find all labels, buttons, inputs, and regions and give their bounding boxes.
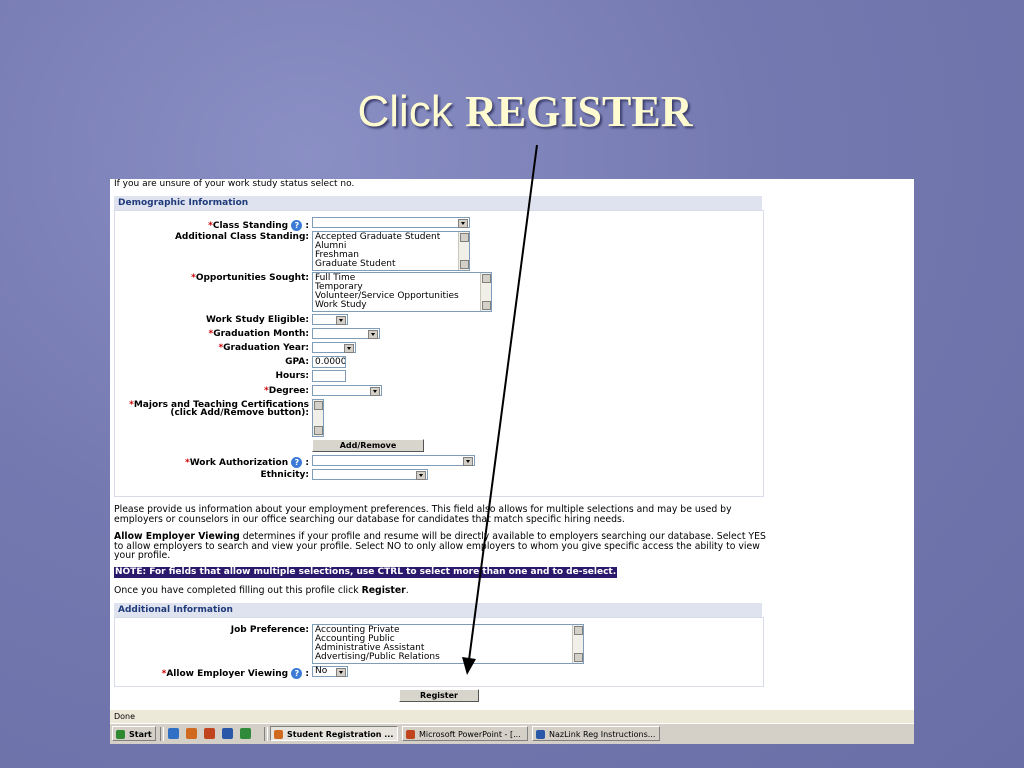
arrow-line (468, 144, 538, 661)
arrow-head (462, 657, 476, 675)
pointer-arrow (462, 144, 538, 675)
